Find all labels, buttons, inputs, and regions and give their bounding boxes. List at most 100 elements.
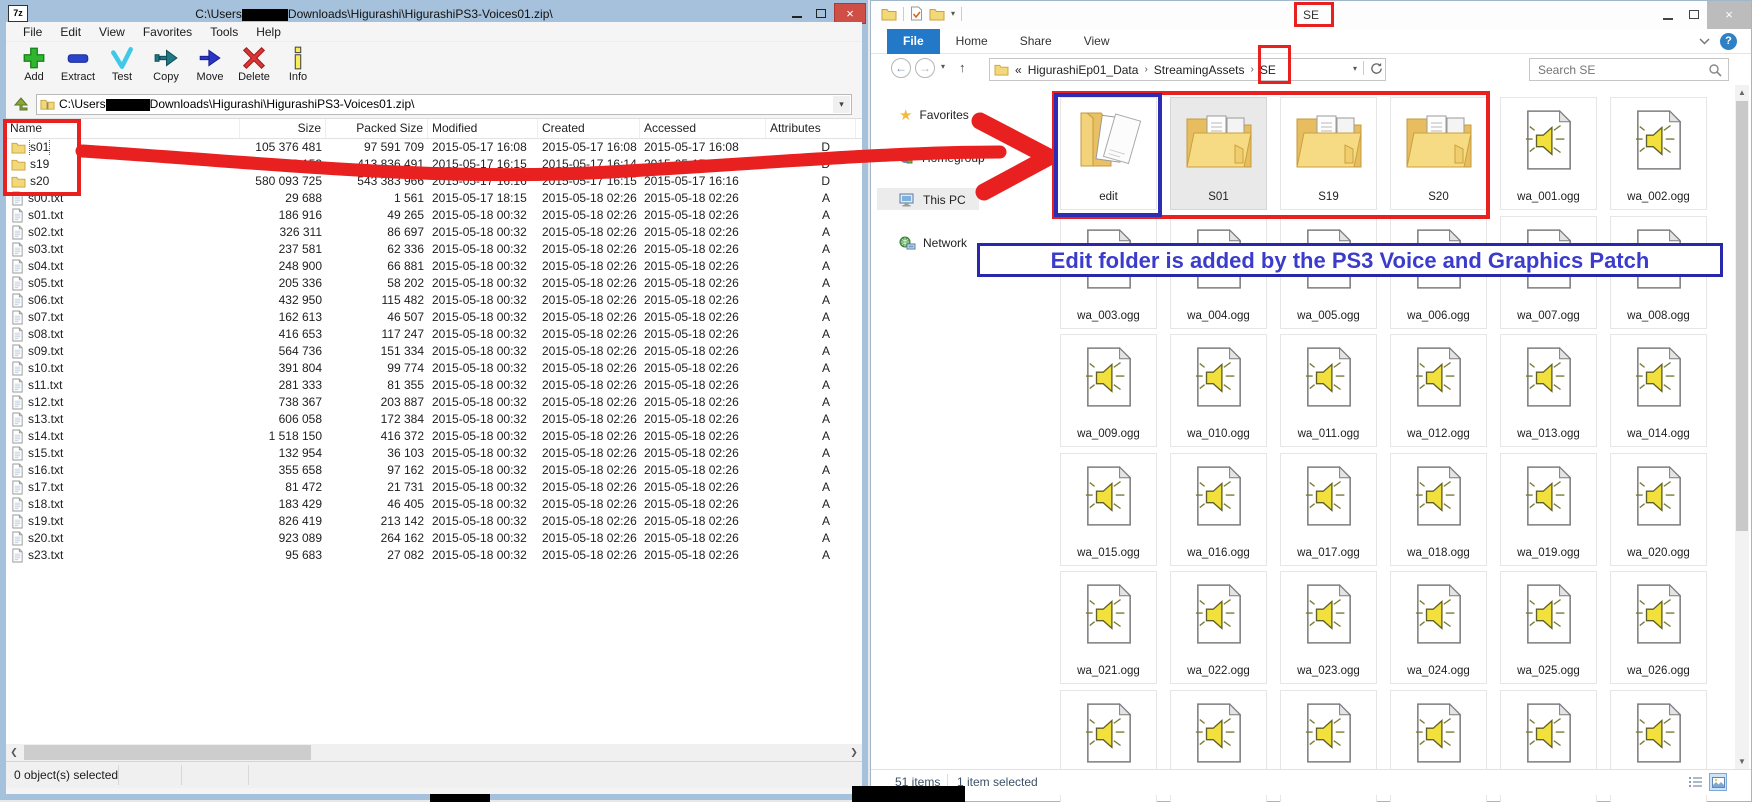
close-button[interactable]: × [834, 3, 866, 24]
menu-favorites[interactable]: Favorites [134, 22, 201, 42]
file-tile[interactable]: wa_016.ogg [1170, 453, 1267, 566]
file-tile[interactable]: wa_024.ogg [1390, 571, 1487, 684]
file-tile[interactable]: wa_009.ogg [1060, 334, 1157, 447]
file-tile[interactable]: wa_018.ogg [1390, 453, 1487, 566]
file-tile[interactable]: wa_011.ogg [1280, 334, 1377, 447]
folder-tile-s19[interactable]: S19 [1280, 97, 1377, 210]
file-tile[interactable]: wa_012.ogg [1390, 334, 1487, 447]
qat-dropdown-icon[interactable]: ▾ [951, 9, 955, 18]
horizontal-scrollbar[interactable]: ❮ ❯ [6, 744, 862, 761]
table-row[interactable]: s12.txt738 367203 8872015-05-18 00:32201… [6, 394, 862, 411]
menu-file[interactable]: File [14, 22, 51, 42]
file-tile[interactable]: wa_023.ogg [1280, 571, 1377, 684]
table-row[interactable]: s03.txt237 58162 3362015-05-18 00:322015… [6, 241, 862, 258]
table-row[interactable]: s13.txt606 058172 3842015-05-18 00:32201… [6, 411, 862, 428]
explorer-titlebar[interactable]: ▾ SE × [871, 1, 1751, 29]
sidebar-item-homegroup[interactable]: Homegroup [899, 148, 985, 168]
menu-tools[interactable]: Tools [201, 22, 247, 42]
table-row[interactable]: s10.txt391 80499 7742015-05-18 00:322015… [6, 360, 862, 377]
search-icon[interactable] [1708, 63, 1722, 77]
info-button[interactable]: Info [276, 42, 320, 83]
file-tile[interactable]: wa_017.ogg [1280, 453, 1377, 566]
copy-button[interactable]: Copy [144, 42, 188, 83]
table-row[interactable]: s19413 292 153413 836 4912015-05-17 16:1… [6, 156, 862, 173]
table-row[interactable]: s02.txt326 31186 6972015-05-18 00:322015… [6, 224, 862, 241]
table-row[interactable]: s05.txt205 33658 2022015-05-18 00:322015… [6, 275, 862, 292]
menu-help[interactable]: Help [247, 22, 290, 42]
file-tile[interactable]: wa_001.ogg [1500, 97, 1597, 210]
menu-view[interactable]: View [90, 22, 134, 42]
folder-tile-s01[interactable]: S01 [1170, 97, 1267, 210]
file-tile[interactable]: wa_025.ogg [1500, 571, 1597, 684]
folder-tile-edit[interactable]: edit [1060, 97, 1157, 210]
column-header-accessed[interactable]: Accessed [640, 119, 766, 138]
table-row[interactable]: s07.txt162 61346 5072015-05-18 00:322015… [6, 309, 862, 326]
folder-tile-s20[interactable]: S20 [1390, 97, 1487, 210]
file-tile[interactable]: wa_006.ogg [1390, 216, 1487, 329]
tab-share[interactable]: Share [1004, 29, 1068, 54]
file-tile[interactable]: wa_003.ogg [1060, 216, 1157, 329]
file-tile[interactable]: wa_004.ogg [1170, 216, 1267, 329]
breadcrumb-item-se[interactable]: SE [1257, 63, 1279, 77]
close-button[interactable]: × [1707, 1, 1751, 29]
scroll-left-arrow-icon[interactable]: ❮ [6, 744, 22, 761]
recent-pages-chevron-icon[interactable]: ▾ [941, 62, 945, 71]
file-tile[interactable]: wa_002.ogg [1610, 97, 1707, 210]
file-tile[interactable]: wa_005.ogg [1280, 216, 1377, 329]
column-header-packed-size[interactable]: Packed Size [326, 119, 428, 138]
menu-edit[interactable]: Edit [51, 22, 90, 42]
table-row[interactable]: s23.txt95 68327 0822015-05-18 00:322015-… [6, 547, 862, 564]
table-row[interactable]: s06.txt432 950115 4822015-05-18 00:32201… [6, 292, 862, 309]
table-row[interactable]: s08.txt416 653117 2472015-05-18 00:32201… [6, 326, 862, 343]
scroll-right-arrow-icon[interactable]: ❯ [846, 744, 862, 761]
file-tile[interactable]: wa_020.ogg [1610, 453, 1707, 566]
table-row[interactable]: s14.txt1 518 150416 3722015-05-18 00:322… [6, 428, 862, 445]
scroll-down-arrow-icon[interactable]: ▼ [1735, 754, 1749, 769]
thumbnail-view-icon[interactable] [1709, 773, 1727, 791]
file-tile[interactable]: wa_015.ogg [1060, 453, 1157, 566]
minimize-button[interactable] [1655, 1, 1681, 29]
sidebar-item-favorites[interactable]: ★Favorites [899, 105, 969, 125]
ribbon-expand-chevron-icon[interactable] [1699, 38, 1710, 45]
test-button[interactable]: Test [100, 42, 144, 83]
details-view-icon[interactable] [1687, 773, 1705, 791]
add-button[interactable]: Add [12, 42, 56, 83]
refresh-icon[interactable] [1370, 62, 1383, 75]
up-button[interactable]: ↑ [959, 60, 966, 75]
tab-home[interactable]: Home [940, 29, 1004, 54]
new-folder-icon[interactable] [929, 7, 945, 21]
maximize-button[interactable] [1681, 1, 1707, 29]
maximize-button[interactable] [810, 3, 832, 24]
breadcrumb-overflow[interactable]: « [1012, 63, 1025, 77]
file-tile[interactable]: wa_022.ogg [1170, 571, 1267, 684]
table-row[interactable]: s20.txt923 089264 1622015-05-18 00:32201… [6, 530, 862, 547]
tab-file[interactable]: File [887, 29, 940, 54]
file-tile[interactable]: wa_014.ogg [1610, 334, 1707, 447]
help-icon[interactable]: ? [1720, 33, 1737, 50]
minimize-button[interactable] [786, 3, 808, 24]
breadcrumb-item-higurashiep01_data[interactable]: HigurashiEp01_Data [1025, 63, 1142, 77]
file-tile[interactable]: wa_026.ogg [1610, 571, 1707, 684]
search-box[interactable] [1529, 58, 1729, 81]
table-row[interactable]: s15.txt132 95436 1032015-05-18 00:322015… [6, 445, 862, 462]
column-header-created[interactable]: Created [538, 119, 640, 138]
column-header-size[interactable]: Size [240, 119, 326, 138]
table-row[interactable]: s11.txt281 33381 3552015-05-18 00:322015… [6, 377, 862, 394]
table-row[interactable]: s19.txt826 419213 1422015-05-18 00:32201… [6, 513, 862, 530]
sidebar-item-this-pc[interactable]: This PC [899, 190, 966, 210]
properties-icon[interactable] [910, 6, 923, 21]
search-input[interactable] [1530, 59, 1728, 80]
scroll-up-arrow-icon[interactable]: ▲ [1735, 85, 1749, 100]
file-tile[interactable]: wa_021.ogg [1060, 571, 1157, 684]
scrollbar-thumb[interactable] [1736, 101, 1748, 531]
move-button[interactable]: Move [188, 42, 232, 83]
forward-button[interactable]: → [915, 58, 935, 78]
column-header-name[interactable]: Name [6, 119, 240, 138]
parent-folder-button[interactable] [12, 95, 30, 113]
address-dropdown-chevron-icon[interactable]: ▾ [1353, 64, 1357, 73]
delete-button[interactable]: Delete [232, 42, 276, 83]
extract-button[interactable]: Extract [56, 42, 100, 83]
tab-view[interactable]: View [1068, 29, 1126, 54]
column-header-modified[interactable]: Modified [428, 119, 538, 138]
file-tile[interactable]: wa_007.ogg [1500, 216, 1597, 329]
